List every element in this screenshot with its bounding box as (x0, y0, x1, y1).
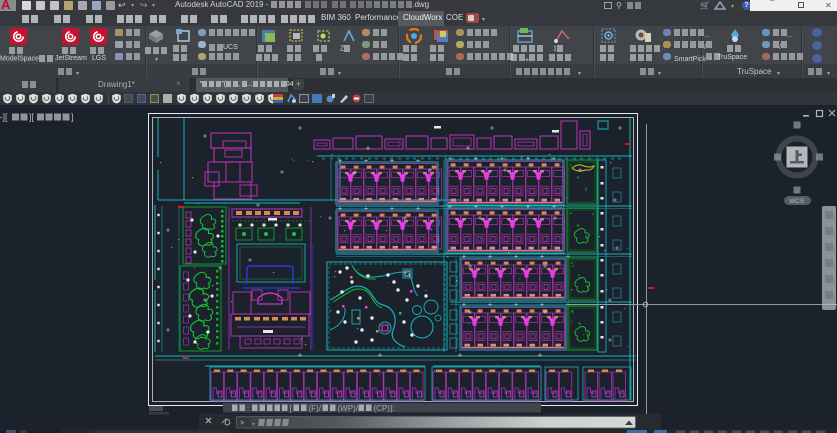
svg-text:>: > (240, 420, 244, 428)
svg-text:]: ] (71, 112, 74, 122)
svg-text:WCS: WCS (789, 198, 805, 205)
svg-text:▾: ▾ (252, 422, 255, 428)
svg-text:(F)/: (F)/ (309, 404, 322, 413)
svg-text:[-][: [-][ (0, 112, 8, 122)
svg-text:(WP)/: (WP)/ (338, 404, 359, 413)
svg-text:(CP)]:: (CP)]: (374, 404, 395, 413)
svg-text::: : (247, 404, 249, 413)
svg-text:][: ][ (29, 112, 35, 122)
